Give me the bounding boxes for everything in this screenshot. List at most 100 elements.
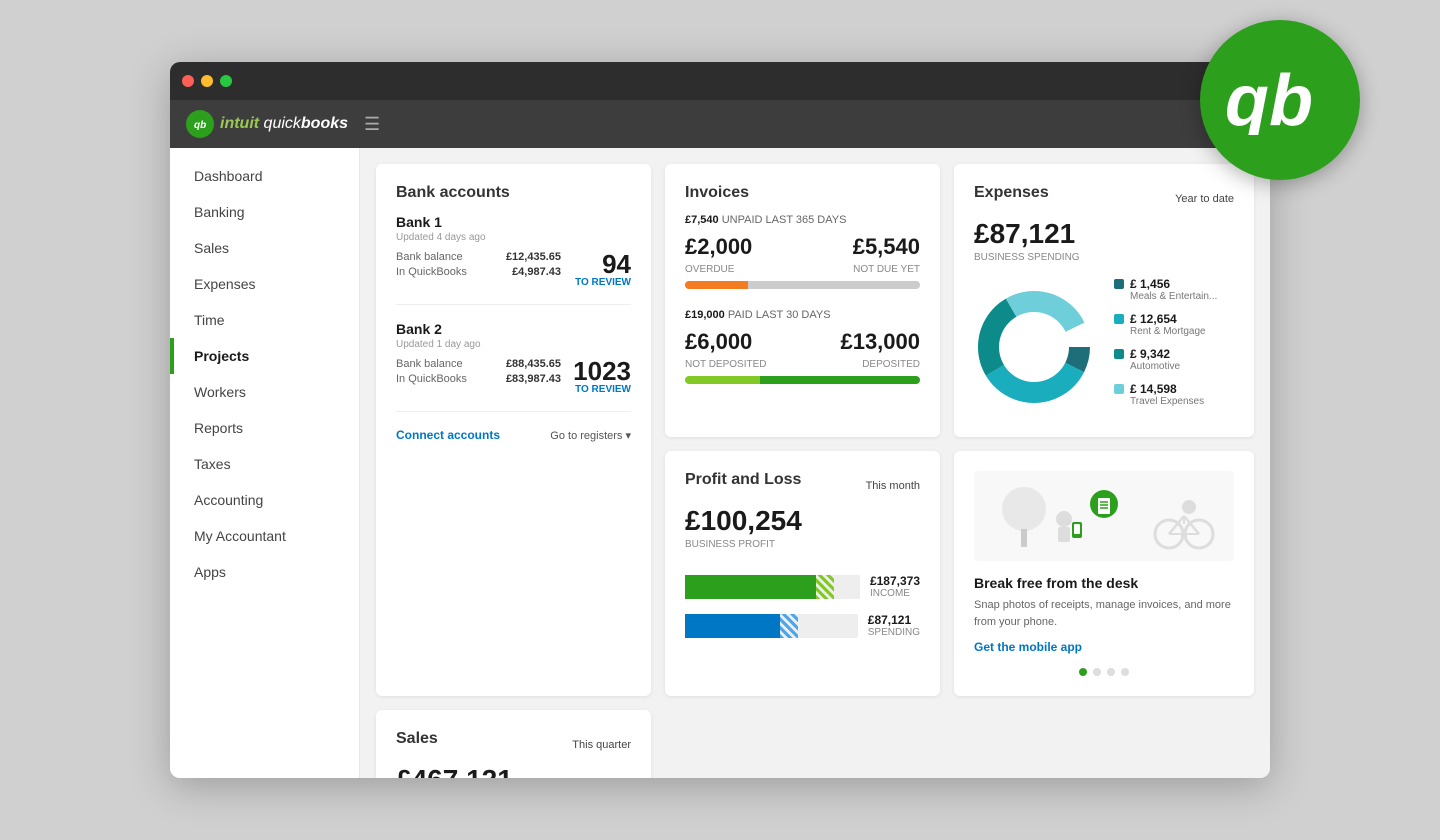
- pnl-spending-values: £87,121 SPENDING: [868, 613, 920, 638]
- legend-name-3: Automotive: [1130, 361, 1180, 372]
- legend-dot-3: [1114, 349, 1124, 359]
- svg-text:qb: qb: [194, 120, 206, 131]
- bank1-balance-label: Bank balance: [396, 251, 463, 263]
- expenses-period[interactable]: Year to date: [1175, 193, 1234, 205]
- invoices-unpaid-label: £7,540 UNPAID LAST 365 DAYS: [685, 214, 920, 226]
- notdue-bar: [748, 281, 920, 289]
- sidebar-item-projects[interactable]: Projects: [170, 338, 359, 374]
- connect-accounts-link[interactable]: Connect accounts: [396, 428, 500, 442]
- tips-cta-link[interactable]: Get the mobile app: [974, 640, 1234, 654]
- legend-item-4: £ 14,598 Travel Expenses: [1114, 382, 1234, 407]
- pnl-spending-track: [685, 614, 858, 638]
- tips-dot-2[interactable]: [1093, 668, 1101, 676]
- qb-logo[interactable]: qb intuit quickbooks: [186, 110, 348, 138]
- pnl-income-values: £187,373 INCOME: [870, 574, 920, 599]
- invoices-paid-label: £19,000 PAID LAST 30 DAYS: [685, 309, 920, 321]
- expenses-card: Expenses Year to date £87,121 BUSINESS S…: [954, 164, 1254, 437]
- sidebar-item-my-accountant[interactable]: My Accountant: [170, 518, 359, 554]
- qb-brand-overlay: qb: [1200, 20, 1360, 180]
- maximize-button[interactable]: [220, 75, 232, 87]
- legend-amount-3: £ 9,342: [1130, 347, 1180, 361]
- pnl-spending-amount: £87,121: [868, 613, 920, 627]
- notdeposited-amount: £6,000: [685, 329, 752, 355]
- tips-illustration: [974, 471, 1234, 561]
- topbar-left: qb intuit quickbooks ☰: [186, 110, 380, 138]
- pnl-spending-hatch: [780, 614, 798, 638]
- overdue-bar: [685, 281, 748, 289]
- legend-name-1: Meals & Entertain...: [1130, 291, 1217, 302]
- bank2-review[interactable]: 1023 TO REVIEW: [561, 358, 631, 395]
- invoices-amounts: £2,000 £5,540: [685, 234, 920, 260]
- notdue-amount: £5,540: [853, 234, 920, 260]
- sidebar-item-accounting[interactable]: Accounting: [170, 482, 359, 518]
- pnl-spending-label: SPENDING: [868, 627, 920, 638]
- bank1-name: Bank 1: [396, 214, 631, 230]
- qb-logo-icon: qb: [186, 110, 214, 138]
- sidebar-item-taxes[interactable]: Taxes: [170, 446, 359, 482]
- tips-tip-title: Break free from the desk: [974, 575, 1234, 591]
- paid-bar: [685, 376, 920, 384]
- sidebar-item-banking[interactable]: Banking: [170, 194, 359, 230]
- legend-amount-4: £ 14,598: [1130, 382, 1204, 396]
- pnl-income-bar: [685, 575, 816, 599]
- deposited-amount: £13,000: [840, 329, 920, 355]
- sidebar-item-expenses[interactable]: Expenses: [170, 266, 359, 302]
- legend-amount-2: £ 12,654: [1130, 312, 1206, 326]
- tips-dot-4[interactable]: [1121, 668, 1129, 676]
- sales-amount: £467,121: [396, 764, 631, 778]
- sidebar-item-sales[interactable]: Sales: [170, 230, 359, 266]
- go-registers-link[interactable]: Go to registers ▾: [550, 429, 631, 442]
- bank1-bal-left: Bank balance £12,435.65 In QuickBooks £4…: [396, 251, 561, 281]
- sales-period[interactable]: This quarter: [572, 739, 631, 751]
- tips-dots: [974, 668, 1234, 676]
- pnl-period[interactable]: This month: [866, 480, 920, 492]
- qb-logo-text: intuit quickbooks: [220, 115, 348, 133]
- pnl-title: Profit and Loss: [685, 471, 801, 489]
- expenses-legend: £ 1,456 Meals & Entertain... £ 12,654 Re…: [1114, 277, 1234, 417]
- bank2-updated: Updated 1 day ago: [396, 339, 631, 350]
- notdeposited-bar: [685, 376, 760, 384]
- legend-name-2: Rent & Mortgage: [1130, 326, 1206, 337]
- bank2-review-label[interactable]: TO REVIEW: [561, 384, 631, 395]
- bank-accounts-title: Bank accounts: [396, 184, 631, 202]
- minimize-button[interactable]: [201, 75, 213, 87]
- invoices-paid-amounts: £6,000 £13,000: [685, 329, 920, 355]
- sidebar-item-reports[interactable]: Reports: [170, 410, 359, 446]
- tips-dot-1[interactable]: [1079, 668, 1087, 676]
- sidebar-item-apps[interactable]: Apps: [170, 554, 359, 590]
- pnl-income-label: INCOME: [870, 588, 920, 599]
- svg-text:qb: qb: [1225, 65, 1313, 135]
- window-controls: [182, 75, 232, 87]
- sidebar: Dashboard Banking Sales Expenses Time Pr…: [170, 148, 360, 778]
- hamburger-menu[interactable]: ☰: [364, 114, 380, 135]
- bank1-review[interactable]: 94 TO REVIEW: [561, 251, 631, 288]
- bank2-balances: Bank balance £88,435.65 In QuickBooks £8…: [396, 358, 631, 395]
- sidebar-item-time[interactable]: Time: [170, 302, 359, 338]
- close-button[interactable]: [182, 75, 194, 87]
- sidebar-item-workers[interactable]: Workers: [170, 374, 359, 410]
- pnl-spending-row: £87,121 SPENDING: [685, 613, 920, 638]
- bank2-review-count: 1023: [561, 358, 631, 384]
- expenses-body: £ 1,456 Meals & Entertain... £ 12,654 Re…: [974, 277, 1234, 417]
- sidebar-item-dashboard[interactable]: Dashboard: [170, 158, 359, 194]
- bank1-inqb: £4,987.43: [512, 266, 561, 278]
- expenses-sublabel: BUSINESS SPENDING: [974, 252, 1234, 263]
- bank1-bal-row2: In QuickBooks £4,987.43: [396, 266, 561, 278]
- dashboard-grid: Invoices £7,540 UNPAID LAST 365 DAYS £2,…: [376, 164, 1254, 778]
- unpaid-text: UNPAID: [722, 214, 763, 226]
- deposited-label: DEPOSITED: [862, 359, 920, 370]
- main-layout: Dashboard Banking Sales Expenses Time Pr…: [170, 148, 1270, 778]
- pnl-header: Profit and Loss This month: [685, 471, 920, 501]
- legend-name-4: Travel Expenses: [1130, 396, 1204, 407]
- bank1-bal-row1: Bank balance £12,435.65: [396, 251, 561, 263]
- bank2-inqb: £83,987.43: [506, 373, 561, 385]
- bank1-review-label[interactable]: TO REVIEW: [561, 277, 631, 288]
- bank1-inqb-label: In QuickBooks: [396, 266, 467, 278]
- bank-footer: Connect accounts Go to registers ▾: [396, 428, 631, 442]
- overdue-amount: £2,000: [685, 234, 752, 260]
- titlebar: [170, 62, 1270, 100]
- overdue-label: OVERDUE: [685, 264, 734, 275]
- paid-labels: NOT DEPOSITED DEPOSITED: [685, 359, 920, 370]
- tips-dot-3[interactable]: [1107, 668, 1115, 676]
- bank2-bal-row1: Bank balance £88,435.65: [396, 358, 561, 370]
